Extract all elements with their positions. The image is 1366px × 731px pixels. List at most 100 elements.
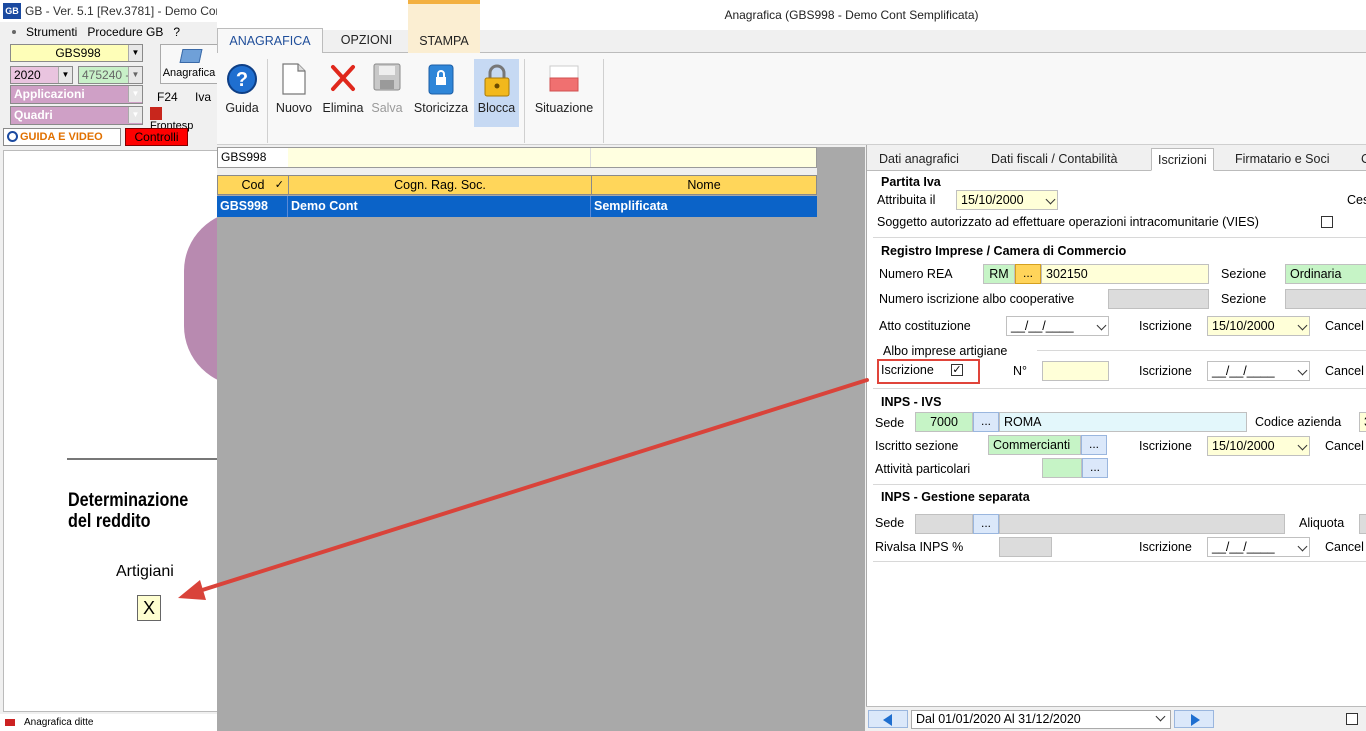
atto-costituzione-label: Atto costituzione — [879, 319, 971, 333]
chevron-down-icon: ▼ — [58, 67, 72, 83]
chevron-down-icon — [1155, 711, 1166, 722]
doc-heading-line2: del reddito — [68, 511, 151, 532]
storicizza-button[interactable]: Storicizza — [409, 59, 473, 127]
code-select[interactable]: 475240 - ▼ — [78, 66, 143, 84]
period-bar: Dal 01/01/2020 Al 31/12/2020 — [866, 706, 1366, 731]
anagrafica-button[interactable]: Anagrafica — [160, 44, 218, 84]
column-header-nome[interactable]: Nome — [592, 176, 816, 195]
document-preview — [3, 150, 218, 712]
year-select[interactable]: 2020 ▼ — [10, 66, 73, 84]
albo-iscrizione-label: Iscrizione — [881, 363, 934, 377]
attribuita-date-value: 15/10/2000 — [961, 193, 1024, 207]
controlli-button[interactable]: Controlli — [125, 128, 188, 146]
cancel-registro-label: Cancel — [1325, 319, 1364, 333]
albo-numero-input[interactable] — [1042, 361, 1109, 381]
period-next-button[interactable] — [1174, 710, 1214, 728]
period-select[interactable]: Dal 01/01/2020 Al 31/12/2020 — [911, 710, 1171, 729]
rea-number-input[interactable]: 302150 — [1041, 264, 1209, 284]
ivs-iscrizione-date-value: 15/10/2000 — [1212, 439, 1275, 453]
delete-x-icon — [331, 65, 355, 91]
sezione-label: Sezione — [1221, 267, 1267, 281]
menu-strumenti[interactable]: Strumenti — [26, 25, 77, 39]
column-header-cognome[interactable]: Cogn. Rag. Soc. — [289, 176, 592, 195]
iscrizione-registro-label: Iscrizione — [1139, 319, 1192, 333]
filter-firstname-input[interactable] — [592, 148, 816, 167]
sezione2-select[interactable] — [1285, 289, 1366, 309]
company-select[interactable]: GBS998 ▼ — [10, 44, 143, 62]
iscrizione-registro-date-picker[interactable]: 15/10/2000 — [1207, 316, 1310, 336]
albo-iscrizione-date-picker[interactable]: __/__/____ — [1207, 361, 1310, 381]
main-window-title-bar: GB GB - Ver. 5.1 [Rev.3781] - Demo Cont — [0, 0, 218, 22]
attivita-particolari-lookup-button[interactable]: ... — [1082, 458, 1108, 478]
vies-label: Soggetto autorizzato ad effettuare opera… — [877, 215, 1259, 229]
albo-iscrizione-checkbox[interactable]: ✓ — [951, 364, 963, 376]
albo-coop-input[interactable] — [1108, 289, 1209, 309]
group-divider — [873, 484, 1366, 485]
guida-button[interactable]: ? Guida — [221, 59, 263, 127]
rivalsa-input[interactable] — [999, 537, 1052, 557]
tab-stampa[interactable]: STAMPA — [408, 0, 480, 53]
situazione-button[interactable]: Situazione — [529, 59, 599, 127]
detail-tabs: Dati anagrafici Dati fiscali / Contabili… — [867, 145, 1366, 171]
tab-more[interactable]: C — [1361, 148, 1366, 171]
blocca-button[interactable]: Blocca — [474, 59, 519, 127]
f24-button[interactable]: F24 — [157, 90, 178, 104]
status-bar: Anagrafica ditte — [0, 714, 218, 731]
ivs-iscrizione-date-picker[interactable]: 15/10/2000 — [1207, 436, 1310, 456]
period-checkbox[interactable] — [1346, 713, 1358, 725]
lock-file-icon — [428, 64, 454, 95]
system-menu-icon[interactable] — [12, 30, 16, 34]
tab-iscrizioni[interactable]: Iscrizioni — [1151, 148, 1214, 171]
period-prev-button[interactable] — [868, 710, 908, 728]
elimina-button[interactable]: Elimina — [319, 59, 367, 127]
vies-checkbox[interactable] — [1321, 216, 1333, 228]
attivita-particolari-label: Attività particolari — [875, 462, 971, 476]
ivs-sede-label: Sede — [875, 416, 905, 430]
rea-province-field[interactable]: RM — [983, 264, 1015, 284]
gs-sede-lookup-button[interactable]: ... — [973, 514, 999, 534]
aliquota-input[interactable] — [1359, 514, 1366, 534]
menu-procedure-gb[interactable]: Procedure GB — [87, 25, 163, 39]
menu-help[interactable]: ? — [173, 25, 180, 39]
ivs-sede-code-input[interactable]: 7000 — [915, 412, 973, 432]
section-albo-artigiane: Albo imprese artigiane — [883, 344, 1008, 358]
tab-firmatario-soci[interactable]: Firmatario e Soci — [1235, 148, 1329, 171]
quadri-select[interactable]: Quadri ▼ — [10, 106, 143, 125]
iva-button[interactable]: Iva — [195, 90, 211, 104]
gs-iscrizione-date-picker[interactable]: __/__/____ — [1207, 537, 1310, 557]
applicazioni-select[interactable]: Applicazioni ▼ — [10, 85, 143, 104]
tab-opzioni[interactable]: OPZIONI — [329, 28, 404, 53]
filter-code-input[interactable]: GBS998 — [218, 148, 288, 167]
codice-azienda-input[interactable]: 3 — [1359, 412, 1366, 432]
attivita-particolari-field[interactable] — [1042, 458, 1082, 478]
attribuita-date-picker[interactable]: 15/10/2000 — [956, 190, 1058, 210]
albo-iscrizione-date-label: Iscrizione — [1139, 364, 1192, 378]
rea-lookup-button[interactable]: ... — [1015, 264, 1041, 284]
app-logo-icon: GB — [3, 3, 21, 19]
guida-video-button[interactable]: GUIDA E VIDEO — [3, 128, 121, 146]
iscritto-sezione-field[interactable]: Commercianti — [988, 435, 1081, 455]
chevron-down-icon — [1297, 440, 1308, 451]
tab-dati-anagrafici[interactable]: Dati anagrafici — [879, 148, 959, 171]
chevron-down-icon: ▼ — [128, 67, 142, 83]
new-document-icon — [282, 63, 306, 95]
attribuita-label: Attribuita il — [877, 193, 936, 207]
filter-name-input[interactable] — [288, 148, 591, 167]
elimina-label: Elimina — [322, 101, 364, 115]
iscritto-sezione-lookup-button[interactable]: ... — [1081, 435, 1107, 455]
aliquota-label: Aliquota — [1299, 516, 1345, 530]
salva-button[interactable]: Salva — [369, 59, 405, 127]
atto-costituzione-value: __/__/____ — [1011, 319, 1074, 333]
nuovo-button[interactable]: Nuovo — [272, 59, 316, 127]
ces-label: Ces — [1347, 193, 1366, 207]
column-header-cod[interactable]: Cod ✓ — [218, 176, 289, 195]
atto-costituzione-date-picker[interactable]: __/__/____ — [1006, 316, 1109, 336]
tab-anagrafica[interactable]: ANAGRAFICA — [217, 28, 323, 53]
ivs-sede-lookup-button[interactable]: ... — [973, 412, 999, 432]
doc-artigiani-box[interactable]: X — [137, 595, 161, 621]
rea-label: Numero REA — [879, 267, 953, 281]
tab-dati-fiscali[interactable]: Dati fiscali / Contabilità — [991, 148, 1117, 171]
table-row[interactable]: GBS998 Demo Cont Semplificata — [217, 196, 817, 217]
gs-sede-code-input[interactable] — [915, 514, 973, 534]
sezione-select[interactable]: Ordinaria — [1285, 264, 1366, 284]
